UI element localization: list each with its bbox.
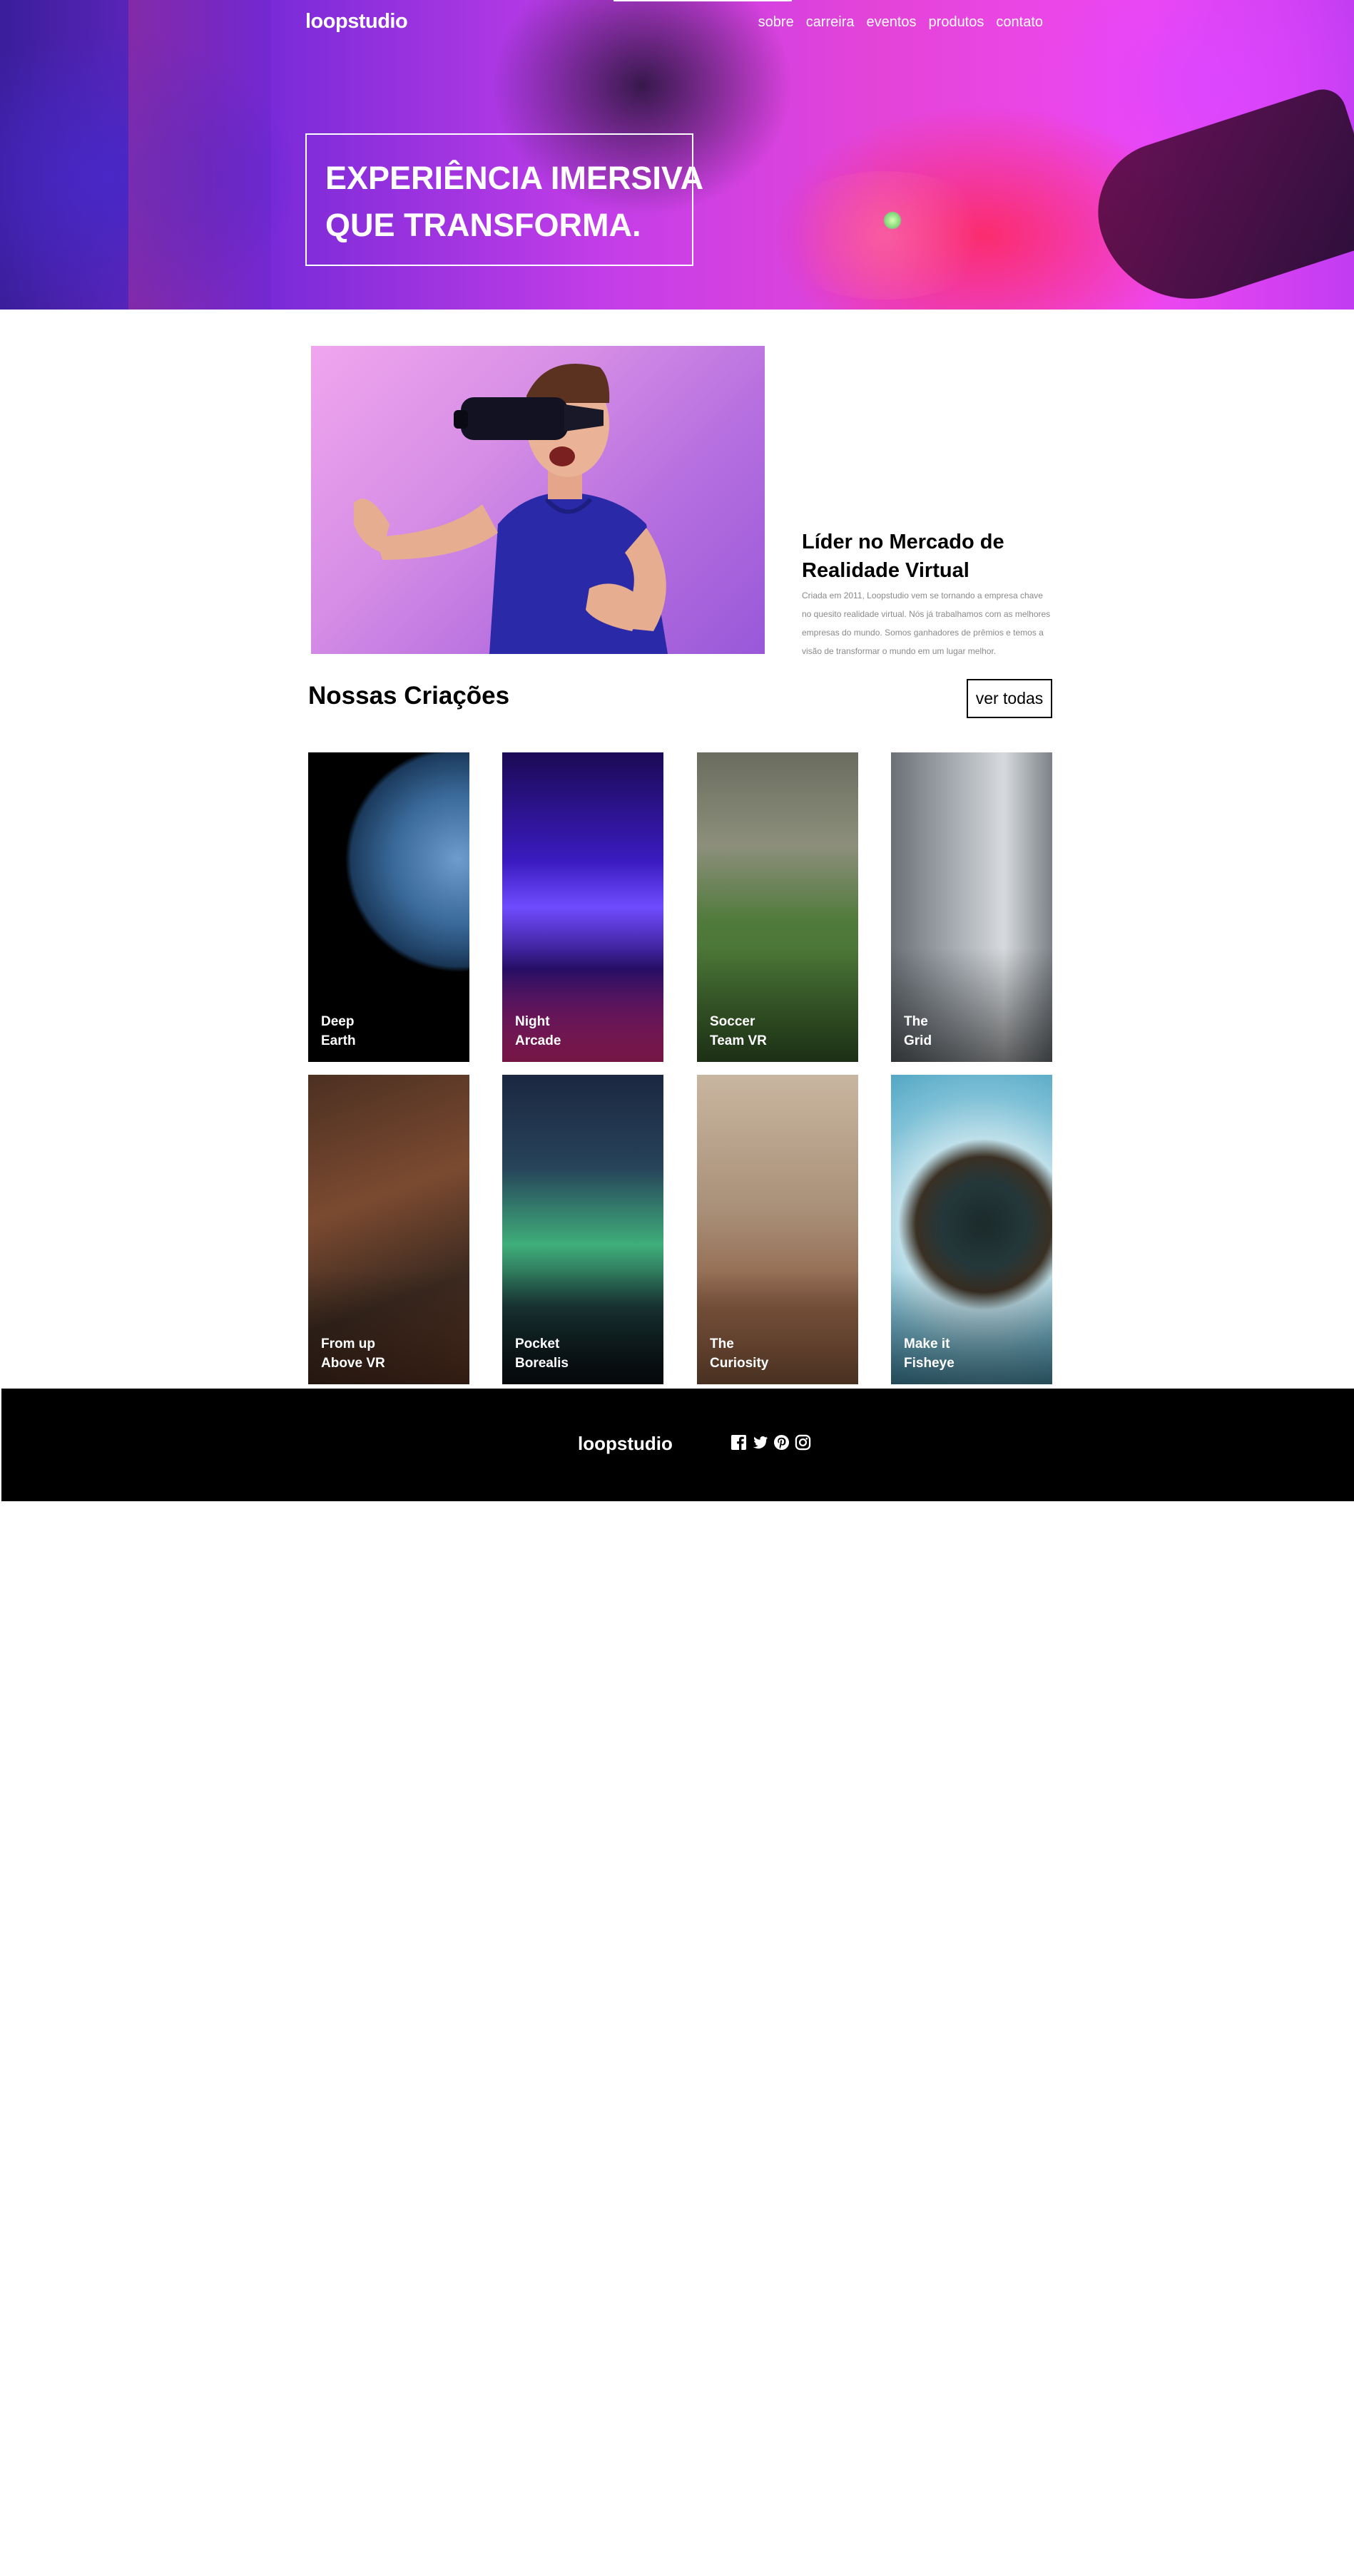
card-label-line1: From up (321, 1336, 375, 1351)
creation-card-the-grid[interactable]: The Grid (891, 752, 1052, 1062)
hero-top-line (614, 0, 792, 1)
intro-title: Líder no Mercado de Realidade Virtual (802, 531, 1004, 582)
card-label: Make it Fisheye (904, 1334, 955, 1373)
hero-headline-box: EXPERIÊNCIA IMERSIVA QUE TRANSFORMA. (305, 133, 704, 266)
vr-person-illustration (354, 364, 668, 654)
card-label: From up Above VR (321, 1334, 385, 1373)
main-nav: sobre carreira eventos produtos contato (758, 14, 1043, 31)
hero-backdrop-glow (770, 171, 999, 300)
creation-card-make-it-fisheye[interactable]: Make it Fisheye (891, 1075, 1052, 1384)
creation-card-soccer-team-vr[interactable]: Soccer Team VR (697, 752, 858, 1062)
hero-banner: loopstudio sobre carreira eventos produt… (0, 0, 1354, 310)
card-label-line2: Curiosity (710, 1356, 769, 1371)
card-label-line1: Pocket (515, 1336, 560, 1351)
creations-title: Nossas Criações (308, 682, 510, 710)
footer: loopstudio (1, 1389, 1354, 1501)
hero-backdrop-light (883, 211, 902, 230)
creation-card-pocket-borealis[interactable]: Pocket Borealis (502, 1075, 663, 1384)
nav-link-eventos[interactable]: eventos (866, 14, 916, 31)
card-label-line2: Team VR (710, 1033, 767, 1048)
hero-backdrop-streak (128, 0, 271, 310)
nav-link-produtos[interactable]: produtos (929, 14, 984, 31)
nav-link-sobre[interactable]: sobre (758, 14, 794, 31)
card-label-line1: Night (515, 1014, 550, 1029)
header-logo[interactable]: loopstudio (305, 10, 408, 34)
pinterest-icon[interactable] (773, 1434, 790, 1451)
hero-headline-line1: EXPERIÊNCIA IMERSIVA (325, 160, 704, 196)
card-label: Deep Earth (321, 1012, 356, 1051)
hero-backdrop-controller (1079, 83, 1354, 310)
intro-vr-image (311, 346, 765, 654)
card-label-line2: Above VR (321, 1356, 385, 1371)
instagram-icon[interactable] (795, 1434, 811, 1451)
card-label: Soccer Team VR (710, 1012, 767, 1051)
card-label-line2: Fisheye (904, 1356, 955, 1371)
nav-link-contato[interactable]: contato (996, 14, 1043, 31)
card-label-line1: Make it (904, 1336, 950, 1351)
card-label: Night Arcade (515, 1012, 561, 1051)
card-label-line2: Arcade (515, 1033, 561, 1048)
card-label-line1: Deep (321, 1014, 355, 1029)
intro-text: Criada em 2011, Loopstudio vem se tornan… (802, 591, 1051, 656)
see-all-button[interactable]: ver todas (967, 679, 1052, 718)
card-label: The Curiosity (710, 1334, 768, 1373)
hero-headline-line2: QUE TRANSFORMA. (325, 207, 641, 243)
social-links (731, 1434, 811, 1451)
footer-logo[interactable]: loopstudio (578, 1433, 673, 1455)
card-label-line2: Borealis (515, 1356, 569, 1371)
card-label: Pocket Borealis (515, 1334, 569, 1373)
creation-card-deep-earth[interactable]: Deep Earth (308, 752, 469, 1062)
nav-link-carreira[interactable]: carreira (806, 14, 855, 31)
creation-card-the-curiosity[interactable]: The Curiosity (697, 1075, 858, 1384)
twitter-icon[interactable] (752, 1434, 768, 1451)
card-label-line1: The (710, 1336, 734, 1351)
card-label: The Grid (904, 1012, 932, 1051)
facebook-icon[interactable] (731, 1434, 747, 1451)
creation-card-from-up-above-vr[interactable]: From up Above VR (308, 1075, 469, 1384)
card-label-line2: Grid (904, 1033, 932, 1048)
card-label-line1: The (904, 1014, 928, 1029)
card-label-line1: Soccer (710, 1014, 755, 1029)
creation-card-night-arcade[interactable]: Night Arcade (502, 752, 663, 1062)
card-label-line2: Earth (321, 1033, 356, 1048)
